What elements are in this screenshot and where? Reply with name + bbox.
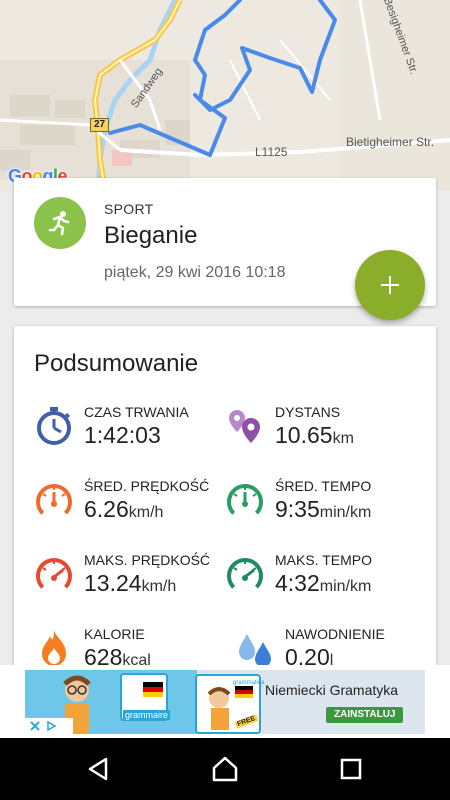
metric-label: NAWODNIENIE: [285, 626, 385, 642]
plus-icon: [381, 276, 399, 294]
speedometer-icon: [36, 558, 72, 594]
map-label-l1125: L1125: [255, 145, 288, 159]
metric-value: 6.26km/h: [84, 496, 164, 522]
summary-card: Podsumowanie CZAS TRWANIA 1:42:03 DYSTAN…: [14, 326, 436, 686]
sport-name: Bieganie: [104, 222, 198, 249]
ad-choices[interactable]: [25, 718, 73, 734]
metric-value: 13.24km/h: [84, 570, 177, 596]
ad-choices-icon[interactable]: [45, 720, 57, 732]
system-nav-bar: [0, 738, 450, 800]
stopwatch-icon: [37, 407, 71, 445]
metric-label: ŚRED. PRĘDKOŚĆ: [84, 478, 210, 494]
flame-icon: [42, 630, 66, 666]
metric-max-speed: MAKS. PRĘDKOŚĆ 13.24km/h: [34, 552, 234, 612]
metric-value: 1:42:03: [84, 422, 161, 448]
map-label-bietigheimer: Bietigheimer Str.: [346, 135, 435, 149]
metric-label: ŚRED. TEMPO: [275, 478, 372, 494]
close-icon[interactable]: [29, 720, 41, 732]
metric-value: 10.65km: [275, 422, 354, 448]
water-drops-icon: [239, 634, 271, 667]
route-shield-27: 27: [90, 118, 110, 132]
metric-label: MAKS. PRĘDKOŚĆ: [84, 552, 211, 568]
ad-brand-small: grammatica: [233, 680, 265, 686]
app-icon: grammatica FREE: [195, 674, 265, 734]
metric-avg-speed: ŚRED. PRĘDKOŚĆ 6.26km/h: [34, 478, 234, 538]
summary-title: Podsumowanie: [34, 350, 199, 377]
map-graphic: [0, 0, 450, 190]
ad-banner[interactable]: grammaire grammatica FREE Niemiecki Gram…: [0, 665, 450, 738]
speedometer-icon: [227, 484, 263, 520]
metric-label: DYSTANS: [275, 404, 341, 420]
metric-label: MAKS. TEMPO: [275, 552, 372, 568]
speedometer-icon: [227, 558, 263, 594]
metric-value: 9:35min/km: [275, 496, 372, 522]
running-person-icon: [34, 197, 86, 249]
activity-datetime: piątek, 29 kwi 2016 10:18: [104, 264, 286, 281]
recents-icon[interactable]: [336, 754, 366, 784]
ad-title: Niemiecki Gramatyka: [265, 682, 399, 698]
map-pins-icon: [229, 410, 260, 443]
metric-max-pace: MAKS. TEMPO 4:32min/km: [225, 552, 425, 612]
metric-value: 4:32min/km: [275, 570, 372, 596]
install-button[interactable]: ZAINSTALUJ: [326, 707, 404, 723]
back-icon[interactable]: [84, 754, 114, 784]
metric-avg-pace: ŚRED. TEMPO 9:35min/km: [225, 478, 425, 538]
route-map[interactable]: Sandweg L1125 Bietigheimer Str. Besighei…: [0, 0, 450, 190]
ad-brand: grammaire: [123, 710, 171, 720]
metric-duration: CZAS TRWANIA 1:42:03: [34, 404, 234, 464]
metric-label: CZAS TRWANIA: [84, 404, 189, 420]
ad-creative[interactable]: grammaire grammatica FREE Niemiecki Gram…: [25, 670, 425, 734]
home-icon[interactable]: [210, 754, 240, 784]
metric-distance: DYSTANS 10.65km: [225, 404, 425, 464]
speedometer-icon: [36, 484, 72, 520]
sport-category-label: SPORT: [104, 201, 154, 217]
add-button[interactable]: [355, 250, 425, 320]
metric-label: KALORIE: [84, 626, 145, 642]
